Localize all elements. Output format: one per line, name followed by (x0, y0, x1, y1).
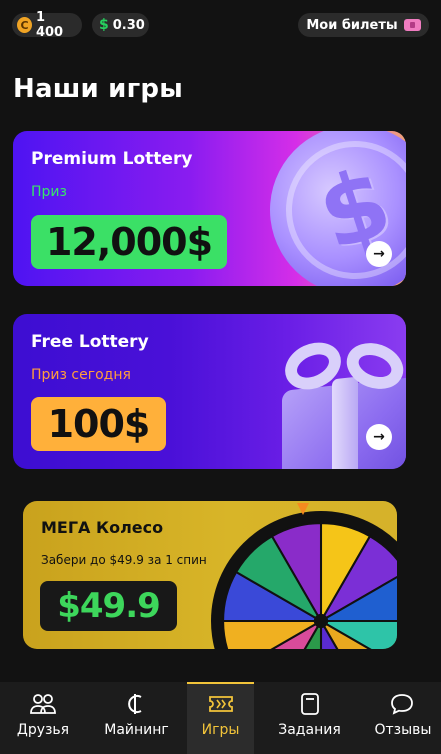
premium-lottery-card[interactable]: $ Premium Lottery Приз 12,000$ → (13, 131, 406, 286)
prize-amount: 100$ (31, 397, 166, 451)
card-subtitle: Забери до $49.9 за 1 спин (41, 553, 207, 567)
arrow-right-icon[interactable]: → (366, 424, 392, 450)
wheel-icon (211, 511, 397, 649)
card-title: Premium Lottery (31, 149, 193, 169)
money-balance[interactable]: $ 0.30 (92, 13, 149, 37)
card-subtitle: Приз сегодня (31, 367, 131, 383)
mega-wheel-card[interactable]: МЕГА Колесо Забери до $49.9 за 1 спин $4… (23, 501, 397, 649)
friends-icon (30, 692, 56, 716)
tasks-icon (300, 692, 320, 716)
ticket-icon (208, 692, 234, 716)
nav-label: Друзья (16, 722, 70, 738)
nav-item-reviews[interactable]: Отзывы (365, 682, 441, 754)
card-title: Free Lottery (31, 332, 149, 352)
arrow-right-icon[interactable]: → (366, 241, 392, 267)
bottom-nav: Друзья Майнинг Игры Задания Отзывы (0, 682, 441, 754)
nav-label: Задания (278, 722, 341, 738)
nav-label: Игры (201, 722, 240, 738)
nav-item-friends[interactable]: Друзья (0, 682, 86, 754)
nav-label: Отзывы (374, 722, 432, 738)
card-title: МЕГА Колесо (41, 518, 164, 537)
coin-balance[interactable]: C 1 400 (12, 10, 82, 40)
card-subtitle: Приз (31, 184, 67, 200)
prize-amount: 12,000$ (31, 215, 227, 269)
dollar-icon: $ (99, 17, 109, 33)
nav-item-games[interactable]: Игры (187, 682, 254, 754)
wheel-pointer-icon (297, 503, 309, 515)
mining-icon (126, 692, 148, 716)
nav-label: Майнинг (104, 722, 169, 738)
coin-icon: C (17, 17, 32, 33)
free-lottery-card[interactable]: Free Lottery Приз сегодня 100$ → (13, 314, 406, 469)
my-tickets-label: Мои билеты (306, 17, 398, 33)
ticket-icon (403, 19, 421, 31)
top-bar: C 1 400 $ 0.30 Мои билеты (12, 10, 429, 40)
coin-balance-value: 1 400 (35, 10, 64, 40)
nav-item-tasks[interactable]: Задания (254, 682, 365, 754)
chat-icon (390, 692, 416, 716)
nav-item-mining[interactable]: Майнинг (86, 682, 187, 754)
my-tickets-button[interactable]: Мои билеты (298, 13, 429, 37)
prize-amount: $49.9 (40, 581, 177, 631)
page-title: Наши игры (13, 74, 183, 104)
money-balance-value: 0.30 (112, 17, 145, 33)
